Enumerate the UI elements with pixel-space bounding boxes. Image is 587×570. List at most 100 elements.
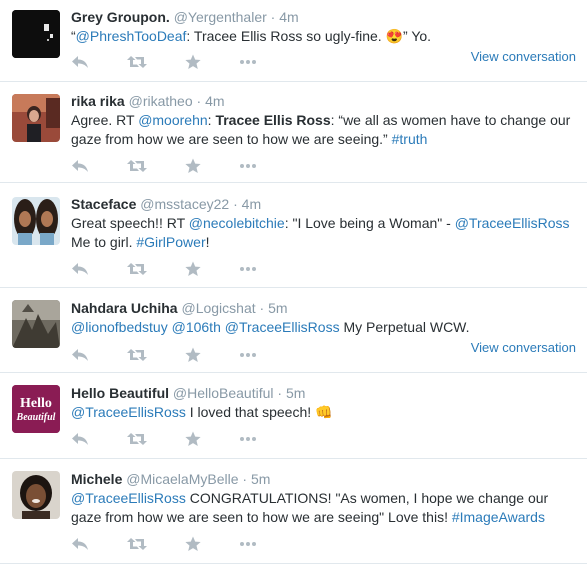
- avatar-image: [12, 471, 60, 519]
- avatar[interactable]: [12, 10, 60, 58]
- tweet-text: @TraceeEllisRoss CONGRATULATIONS! "As wo…: [71, 489, 576, 527]
- text-segment: Me to girl.: [71, 234, 137, 250]
- hashtag-link[interactable]: #ImageAwards: [452, 509, 545, 525]
- username[interactable]: @Logicshat: [181, 300, 255, 316]
- avatar-logo-text-2: Beautiful: [16, 412, 56, 423]
- retweet-icon[interactable]: [127, 54, 147, 72]
- avatar[interactable]: Hello Beautiful: [12, 385, 60, 433]
- tweet-item[interactable]: rika rika @rikatheo · 4m Agree. RT @moor…: [0, 82, 587, 183]
- view-conversation-link[interactable]: View conversation: [471, 49, 576, 64]
- tweet-item[interactable]: Nahdara Uchiha @Logicshat · 5m @lionofbe…: [0, 288, 587, 373]
- mention-link[interactable]: @lionofbedstuy: [71, 319, 168, 335]
- tweet-header: Hello Beautiful @HelloBeautiful · 5m: [71, 384, 305, 402]
- separator-dot: ·: [196, 93, 202, 109]
- username[interactable]: @MicaelaMyBelle: [126, 471, 238, 487]
- favorite-icon[interactable]: [185, 536, 205, 554]
- hashtag-link[interactable]: #GirlPower: [136, 234, 205, 250]
- avatar-image: [12, 10, 60, 58]
- timestamp[interactable]: 4m: [279, 9, 298, 25]
- text-segment: Great speech!! RT: [71, 215, 189, 231]
- mention-link[interactable]: @moorehn: [138, 112, 207, 128]
- reply-icon[interactable]: [71, 431, 91, 449]
- hashtag-link[interactable]: #truth: [392, 131, 428, 147]
- separator-dot: ·: [242, 471, 248, 487]
- reply-icon[interactable]: [71, 536, 91, 554]
- mention-link[interactable]: @TraceeEllisRoss: [225, 319, 340, 335]
- view-conversation-link[interactable]: View conversation: [471, 340, 576, 355]
- text-segment: My Perpetual WCW.: [339, 319, 470, 335]
- more-icon[interactable]: [239, 261, 259, 279]
- fullname[interactable]: Staceface: [71, 196, 136, 212]
- fullname[interactable]: rika rika: [71, 93, 125, 109]
- mention-link[interactable]: @necolebitchie: [189, 215, 285, 231]
- favorite-icon[interactable]: [185, 54, 205, 72]
- tweet-text: Great speech!! RT @necolebitchie: "I Lov…: [71, 214, 576, 252]
- fullname[interactable]: Hello Beautiful: [71, 385, 169, 401]
- avatar-logo-text-1: Hello: [20, 396, 52, 411]
- retweet-icon[interactable]: [127, 431, 147, 449]
- reply-icon[interactable]: [71, 261, 91, 279]
- timestamp[interactable]: 4m: [242, 196, 261, 212]
- more-icon[interactable]: [239, 347, 259, 365]
- retweet-icon[interactable]: [127, 536, 147, 554]
- more-icon[interactable]: [239, 431, 259, 449]
- fullname[interactable]: Grey Groupon.: [71, 9, 170, 25]
- username[interactable]: @HelloBeautiful: [173, 385, 274, 401]
- fullname[interactable]: Nahdara Uchiha: [71, 300, 178, 316]
- tweet-header: Nahdara Uchiha @Logicshat · 5m: [71, 299, 288, 317]
- tweet-item[interactable]: Michele @MicaelaMyBelle · 5m @TraceeElli…: [0, 459, 587, 564]
- avatar-image: [12, 300, 60, 348]
- avatar-image: Hello Beautiful: [12, 385, 60, 433]
- tweet-text: “@PhreshTooDeaf: Tracee Ellis Ross so ug…: [71, 27, 576, 46]
- favorite-icon[interactable]: [185, 261, 205, 279]
- reply-icon[interactable]: [71, 54, 91, 72]
- mention-link[interactable]: @PhreshTooDeaf: [76, 28, 187, 44]
- timestamp[interactable]: 5m: [251, 471, 270, 487]
- mention-link[interactable]: @106th: [172, 319, 221, 335]
- tweet-item[interactable]: Hello Beautiful Hello Beautiful @HelloBe…: [0, 373, 587, 459]
- tweet-text: @lionofbedstuy @106th @TraceeEllisRoss M…: [71, 318, 576, 337]
- avatar[interactable]: [12, 471, 60, 519]
- more-icon[interactable]: [239, 54, 259, 72]
- favorite-icon[interactable]: [185, 158, 205, 176]
- retweet-icon[interactable]: [127, 158, 147, 176]
- mention-link[interactable]: @TraceeEllisRoss: [455, 215, 570, 231]
- avatar[interactable]: [12, 300, 60, 348]
- tweet-text: Agree. RT @moorehn: Tracee Ellis Ross: “…: [71, 111, 576, 149]
- favorite-icon[interactable]: [185, 431, 205, 449]
- more-icon[interactable]: [239, 158, 259, 176]
- mention-link[interactable]: @TraceeEllisRoss: [71, 490, 186, 506]
- tweet-item[interactable]: Grey Groupon. @Yergenthaler · 4m “@Phres…: [0, 0, 587, 82]
- more-icon[interactable]: [239, 536, 259, 554]
- tweet-text: @TraceeEllisRoss I loved that speech! 👊: [71, 403, 576, 422]
- avatar[interactable]: [12, 197, 60, 245]
- highlighted-text: Tracee Ellis Ross: [215, 112, 331, 128]
- reply-icon[interactable]: [71, 347, 91, 365]
- text-segment: : Tracee Ellis Ross so ugly-fine.: [186, 28, 386, 44]
- favorite-icon[interactable]: [185, 347, 205, 365]
- timestamp[interactable]: 4m: [205, 93, 224, 109]
- separator-dot: ·: [277, 385, 283, 401]
- emoji: 👊: [315, 404, 333, 420]
- username[interactable]: @msstacey22: [140, 196, 229, 212]
- separator-dot: ·: [259, 300, 265, 316]
- timestamp[interactable]: 5m: [286, 385, 305, 401]
- tweet-item[interactable]: Staceface @msstacey22 · 4m Great speech!…: [0, 183, 587, 288]
- separator-dot: ·: [270, 9, 276, 25]
- retweet-icon[interactable]: [127, 261, 147, 279]
- avatar-image: [12, 94, 60, 142]
- tweet-header: Grey Groupon. @Yergenthaler · 4m: [71, 8, 299, 26]
- tweet-header: Michele @MicaelaMyBelle · 5m: [71, 470, 270, 488]
- username[interactable]: @rikatheo: [129, 93, 193, 109]
- text-segment: Agree. RT: [71, 112, 139, 128]
- username[interactable]: @Yergenthaler: [174, 9, 267, 25]
- mention-link[interactable]: @TraceeEllisRoss: [71, 404, 186, 420]
- avatar[interactable]: [12, 94, 60, 142]
- avatar-image: [12, 197, 60, 245]
- tweet-header: Staceface @msstacey22 · 4m: [71, 195, 261, 213]
- timestamp[interactable]: 5m: [268, 300, 287, 316]
- retweet-icon[interactable]: [127, 347, 147, 365]
- reply-icon[interactable]: [71, 158, 91, 176]
- text-segment: I loved that speech!: [185, 404, 316, 420]
- fullname[interactable]: Michele: [71, 471, 122, 487]
